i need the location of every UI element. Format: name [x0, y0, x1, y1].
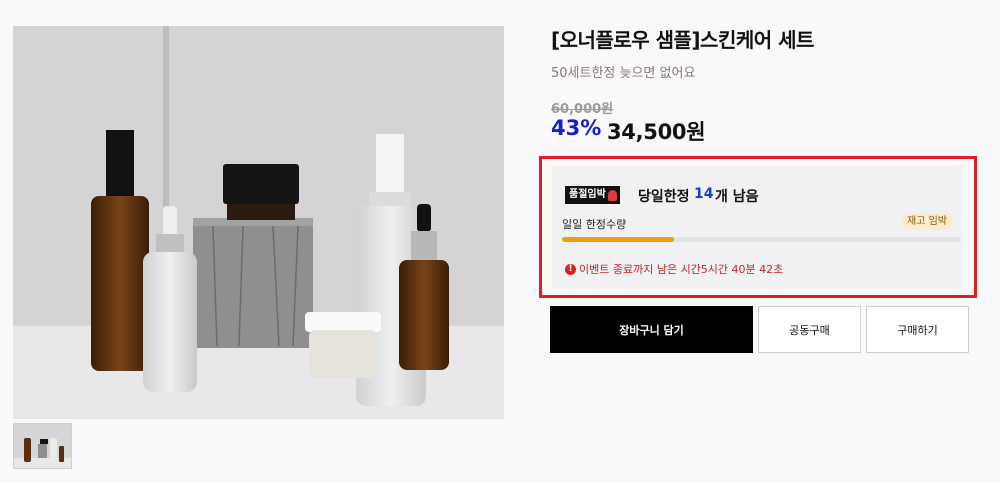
- event-countdown-text: 이벤트 종료까지 남은 시간5시간 40분 42초: [579, 263, 784, 276]
- group-buy-button[interactable]: 공동구매: [758, 306, 861, 353]
- limited-quantity-panel: 품절임박 당일한정 14 개 남음 일일 한정수량 재고 임박 ! 이벤트 종료…: [552, 165, 963, 289]
- buy-now-button[interactable]: 구매하기: [866, 306, 969, 353]
- event-countdown: ! 이벤트 종료까지 남은 시간5시간 40분 42초: [565, 261, 783, 277]
- daily-quantity-label: 일일 한정수량: [562, 218, 627, 231]
- remaining-count: 14: [694, 186, 714, 202]
- original-price: 60,000원: [551, 102, 614, 117]
- remaining-suffix: 개 남음: [715, 189, 759, 205]
- sale-price: 34,500원: [607, 120, 706, 144]
- product-main-image: [13, 26, 504, 419]
- stock-progress-fill: [562, 237, 674, 242]
- stock-progress-bar: [562, 237, 961, 242]
- add-to-cart-button[interactable]: 장바구니 담기: [550, 306, 753, 353]
- limited-quantity-box: 품절임박 당일한정 14 개 남음 일일 한정수량 재고 임박 ! 이벤트 종료…: [539, 156, 977, 298]
- product-title: [오너플로우 샘플]스킨케어 세트: [551, 28, 814, 52]
- product-subtitle: 50세트한정 늦으면 없어요: [551, 66, 696, 81]
- sold-out-soon-badge: 품절임박: [565, 186, 620, 204]
- product-thumbnail[interactable]: [13, 423, 72, 469]
- today-limited-label: 당일한정: [638, 189, 690, 205]
- badge-label: 품절임박: [569, 189, 606, 200]
- discount-rate: 43%: [551, 116, 602, 140]
- low-stock-badge: 재고 임박: [901, 213, 953, 230]
- alert-icon: !: [565, 263, 576, 275]
- fire-icon: [607, 189, 617, 201]
